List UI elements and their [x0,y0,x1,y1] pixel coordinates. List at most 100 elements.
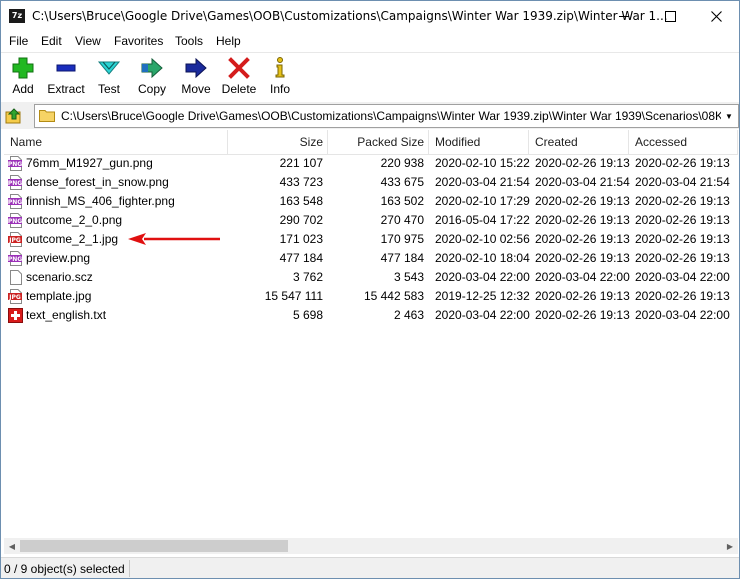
file-packed-size: 433 675 [380,175,424,189]
file-size: 221 107 [279,156,323,170]
folder-icon [39,110,55,122]
file-modified: 2016-05-04 17:22 [435,213,530,227]
close-button[interactable] [693,1,739,32]
file-packed-size: 163 502 [380,194,424,208]
menu-bar: File Edit View Favorites Tools Help [1,32,739,52]
path-text[interactable]: C:\Users\Bruce\Google Drive\Games\OOB\Cu… [61,109,721,123]
file-modified: 2020-03-04 22:00 [435,308,530,322]
menu-edit[interactable]: Edit [40,34,63,48]
file-packed-size: 2 463 [393,308,424,322]
file-created: 2020-02-26 19:13 [535,232,630,246]
file-accessed: 2020-02-26 19:13 [635,251,730,265]
table-row[interactable]: PNG finnish_MS_406_fighter.png 163 548 163 … [4,192,738,211]
chevron-down-icon[interactable]: ▼ [722,105,736,127]
file-modified: 2020-03-04 21:54 [435,175,530,189]
file-name: dense_forest_in_snow.png [26,175,169,189]
app-window: 7z C:\Users\Bruce\Google Drive\Games\OOB… [0,0,740,579]
selection-status: 0 / 9 object(s) selected [4,562,125,576]
table-row[interactable]: text_english.txt 5 698 2 463 2020-03-04 22:… [4,306,738,325]
column-header-size[interactable]: Size [228,130,328,154]
status-divider [129,560,130,577]
extract-icon [56,64,76,72]
delete-button[interactable]: Delete [220,56,258,100]
info-icon [275,57,285,78]
file-name: scenario.scz [26,270,93,284]
title-bar[interactable]: 7z C:\Users\Bruce\Google Drive\Games\OOB… [1,1,739,32]
test-icon [97,61,121,75]
file-packed-size: 477 184 [380,251,424,265]
minimize-icon [619,16,629,17]
file-packed-size: 220 938 [380,156,424,170]
table-row[interactable]: PNG outcome_2_0.png 290 702 270 470 2016-05-… [4,211,738,230]
table-row[interactable]: PNG preview.png 477 184 477 184 2020-02-10 1… [4,249,738,268]
minimize-button[interactable] [601,1,647,32]
file-packed-size: 170 975 [380,232,424,246]
file-size: 163 548 [279,194,323,208]
scroll-left-icon[interactable]: ◀ [4,538,20,554]
scroll-right-icon[interactable]: ▶ [722,538,738,554]
table-row[interactable]: PNG dense_forest_in_snow.png 433 723 433 67… [4,173,738,192]
file-packed-size: 270 470 [380,213,424,227]
delete-label: Delete [221,82,257,96]
file-modified: 2020-02-10 02:56 [435,232,530,246]
file-size: 290 702 [279,213,323,227]
test-button[interactable]: Test [93,56,125,100]
info-button[interactable]: Info [267,56,293,100]
copy-label: Copy [137,82,166,96]
toolbar: Add Extract Test Copy Move Delete Info [1,52,739,102]
file-name: outcome_2_0.png [26,213,123,227]
extract-button[interactable]: Extract [45,56,87,100]
scrollbar-thumb[interactable] [20,540,288,552]
table-row[interactable]: scenario.scz 3 762 3 543 2020-03-04 22:00 20… [4,268,738,287]
file-size: 171 023 [279,232,323,246]
7zip-app-icon[interactable]: 7z [9,9,25,23]
file-size: 5 698 [292,308,323,322]
info-label: Info [269,82,290,96]
test-label: Test [97,82,120,96]
file-created: 2020-02-26 19:13 [535,289,630,303]
menu-view[interactable]: View [74,34,102,48]
column-header-created[interactable]: Created [529,130,629,154]
file-accessed: 2020-02-26 19:13 [635,194,730,208]
maximize-icon [664,11,676,22]
file-name: 76mm_M1927_gun.png [26,156,153,170]
table-row[interactable]: JPG template.jpg 15 547 111 15 442 583 2019-… [4,287,738,306]
menu-file[interactable]: File [8,34,29,48]
file-accessed: 2020-02-26 19:13 [635,232,730,246]
maximize-button[interactable] [647,1,693,32]
file-modified: 2020-02-10 15:22 [435,156,530,170]
column-header-modified[interactable]: Modified [429,130,529,154]
file-name: preview.png [26,251,91,265]
status-bar: 0 / 9 object(s) selected [1,557,739,578]
file-accessed: 2020-03-04 22:00 [635,308,730,322]
file-packed-size: 15 442 583 [363,289,424,303]
column-header-name[interactable]: Name [4,130,228,154]
menu-help[interactable]: Help [215,34,242,48]
column-header-accessed[interactable]: Accessed [629,130,738,154]
table-row[interactable]: PNG 76mm_M1927_gun.png 221 107 220 938 2020-… [4,154,738,173]
file-name: finnish_MS_406_fighter.png [26,194,175,208]
horizontal-scrollbar[interactable]: ◀ ▶ [4,538,738,554]
file-created: 2020-02-26 19:13 [535,251,630,265]
column-header-packed-size[interactable]: Packed Size [328,130,429,154]
add-label: Add [12,82,34,96]
extract-label: Extract [47,82,85,96]
window-title: C:\Users\Bruce\Google Drive\Games\OOB\Cu… [32,9,668,23]
move-button[interactable]: Move [179,56,213,100]
file-modified: 2020-03-04 22:00 [435,270,530,284]
move-icon [185,57,207,79]
folder-up-icon [5,108,21,124]
file-created: 2020-03-04 22:00 [535,270,630,284]
table-row[interactable]: JPG outcome_2_1.jpg 171 023 170 975 2020-02-… [4,230,738,249]
path-combobox[interactable]: C:\Users\Bruce\Google Drive\Games\OOB\Cu… [34,104,739,128]
red-annotation-arrow-icon [128,233,220,245]
file-created: 2020-02-26 19:13 [535,156,630,170]
add-button[interactable]: Add [9,56,37,100]
file-modified: 2020-02-10 18:04 [435,251,530,265]
up-folder-button[interactable] [5,107,23,125]
file-size: 15 547 111 [264,289,323,303]
menu-favorites[interactable]: Favorites [113,34,164,48]
menu-tools[interactable]: Tools [174,34,204,48]
copy-button[interactable]: Copy [135,56,169,100]
file-list[interactable]: Name Size Packed Size Modified Created A… [4,130,738,538]
